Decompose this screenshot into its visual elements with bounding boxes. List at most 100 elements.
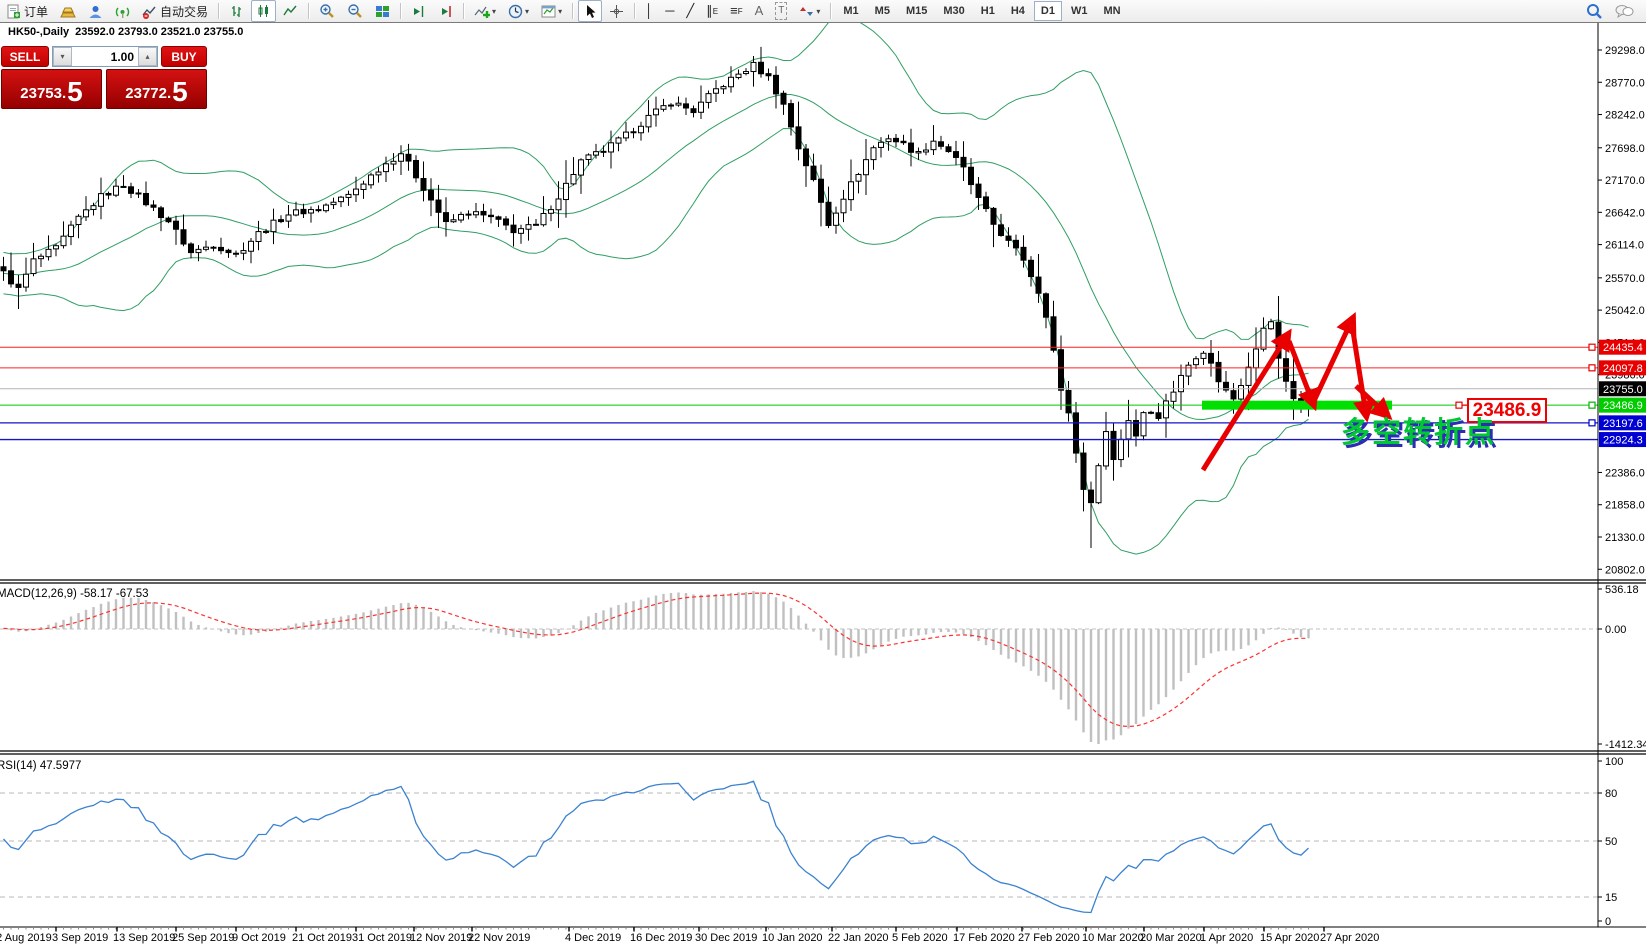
timeframe-button-h4[interactable]: H4 bbox=[1004, 1, 1032, 21]
timeframe-button-h1[interactable]: H1 bbox=[974, 1, 1002, 21]
cursor-tool-button[interactable] bbox=[578, 0, 603, 22]
dropdown-arrow-icon: ▾ bbox=[492, 6, 497, 16]
auto-scroll-button[interactable] bbox=[433, 0, 458, 22]
svg-text:25 Sep 2019: 25 Sep 2019 bbox=[172, 932, 234, 944]
svg-text:50: 50 bbox=[1605, 836, 1617, 848]
svg-text:10 Mar 2020: 10 Mar 2020 bbox=[1082, 932, 1144, 944]
dropdown-arrow-icon: ▾ bbox=[816, 6, 821, 16]
horizontal-line-tool-button[interactable]: ─ bbox=[660, 0, 679, 22]
svg-text:26114.0: 26114.0 bbox=[1605, 240, 1644, 252]
deposit-button[interactable] bbox=[55, 0, 81, 22]
text-label-tool-button[interactable]: T bbox=[770, 0, 792, 22]
periods-button[interactable]: ▾ bbox=[503, 0, 534, 22]
volume-input[interactable] bbox=[72, 47, 138, 66]
line-chart-icon bbox=[283, 5, 297, 15]
svg-text:22386.0: 22386.0 bbox=[1605, 467, 1645, 479]
timeframe-button-d1[interactable]: D1 bbox=[1033, 1, 1062, 21]
svg-text:26642.0: 26642.0 bbox=[1605, 207, 1645, 219]
svg-text:23197.6: 23197.6 bbox=[1603, 418, 1643, 430]
cursor-icon bbox=[587, 4, 596, 18]
svg-text:22 Nov 2019: 22 Nov 2019 bbox=[468, 932, 530, 944]
gold-icon bbox=[60, 7, 76, 17]
svg-text:30 Dec 2019: 30 Dec 2019 bbox=[695, 932, 757, 944]
timeframe-button-m30[interactable]: M30 bbox=[936, 1, 971, 21]
crosshair-tool-button[interactable] bbox=[604, 0, 629, 22]
toolbar-separator bbox=[634, 3, 636, 19]
timeframe-button-m1[interactable]: M1 bbox=[836, 1, 865, 21]
svg-text:21 Oct 2019: 21 Oct 2019 bbox=[292, 932, 352, 944]
svg-text:17 Feb 2020: 17 Feb 2020 bbox=[953, 932, 1015, 944]
timeframe-button-m15[interactable]: M15 bbox=[899, 1, 934, 21]
svg-text:27 Apr 2020: 27 Apr 2020 bbox=[1320, 932, 1379, 944]
buy-price-panel[interactable]: 23772. 5 bbox=[106, 69, 207, 109]
macd-label: MACD(12,26,9) -58.17 -67.53 bbox=[0, 588, 149, 600]
buy-price-pip: 5 bbox=[172, 76, 188, 107]
svg-text:-1412.34: -1412.34 bbox=[1605, 739, 1646, 751]
dropdown-arrow-icon: ▾ bbox=[525, 6, 530, 16]
arrows-tool-button[interactable]: ▾ bbox=[794, 0, 825, 22]
zoom-in-icon bbox=[320, 4, 334, 18]
community-button[interactable] bbox=[83, 0, 108, 22]
toolbar-separator bbox=[830, 3, 832, 19]
tile-windows-button[interactable] bbox=[370, 0, 395, 22]
svg-text:0.00: 0.00 bbox=[1605, 624, 1626, 636]
zoom-out-button[interactable] bbox=[342, 0, 368, 22]
timeframe-button-m5[interactable]: M5 bbox=[868, 1, 897, 21]
svg-text:9 Oct 2019: 9 Oct 2019 bbox=[232, 932, 286, 944]
search-icon bbox=[1587, 3, 1602, 19]
fibonacci-tool-button[interactable]: ≡ F bbox=[725, 0, 747, 22]
label-tool-letter: T bbox=[775, 2, 788, 20]
new-order-button[interactable]: 订单 bbox=[1, 0, 53, 22]
toolbar-separator bbox=[218, 3, 220, 19]
svg-text:23486.9: 23486.9 bbox=[1603, 400, 1643, 412]
line-chart-button[interactable] bbox=[278, 0, 303, 22]
chat-button[interactable] bbox=[1610, 0, 1639, 22]
svg-text:22 Aug 2019: 22 Aug 2019 bbox=[0, 932, 52, 944]
autotrading-button[interactable]: 自动交易 bbox=[137, 0, 213, 22]
chart-canvas[interactable]: 29298.0 28770.0 28242.0 27698.0 27170.0 26642… bbox=[0, 0, 1646, 947]
autotrading-icon bbox=[142, 6, 156, 19]
equidistant-channel-tool-button[interactable]: ∥ E bbox=[701, 0, 723, 22]
toolbar-separator bbox=[572, 3, 574, 19]
rsi-label: RSI(14) 47.5977 bbox=[0, 760, 81, 772]
svg-text:25570.0: 25570.0 bbox=[1605, 273, 1645, 285]
volume-increase-button[interactable]: ▴ bbox=[138, 47, 157, 66]
zoom-out-icon bbox=[348, 4, 362, 18]
turning-point-annotation[interactable]: 多空转折点 bbox=[1341, 409, 1496, 451]
chart-window-title: HK50-,Daily 23592.0 23793.0 23521.0 23755… bbox=[8, 26, 243, 38]
bar-chart-button[interactable] bbox=[224, 0, 249, 22]
svg-text:27170.0: 27170.0 bbox=[1605, 175, 1645, 187]
svg-text:100: 100 bbox=[1605, 756, 1623, 768]
svg-text:12 Nov 2019: 12 Nov 2019 bbox=[410, 932, 472, 944]
svg-text:27 Feb 2020: 27 Feb 2020 bbox=[1018, 932, 1080, 944]
volume-decrease-button[interactable]: ▾ bbox=[53, 47, 72, 66]
svg-text:27698.0: 27698.0 bbox=[1605, 143, 1645, 155]
text-tool-button[interactable]: A bbox=[750, 0, 769, 22]
svg-text:22 Jan 2020: 22 Jan 2020 bbox=[828, 932, 889, 944]
signals-button[interactable] bbox=[110, 0, 135, 22]
timeframe-button-w1[interactable]: W1 bbox=[1064, 1, 1095, 21]
search-button[interactable] bbox=[1581, 0, 1608, 22]
svg-text:16 Dec 2019: 16 Dec 2019 bbox=[630, 932, 692, 944]
clock-icon bbox=[508, 4, 523, 18]
svg-text:25042.0: 25042.0 bbox=[1605, 305, 1645, 317]
svg-text:10 Jan 2020: 10 Jan 2020 bbox=[762, 932, 823, 944]
sell-button[interactable]: SELL bbox=[1, 46, 49, 67]
vertical-line-tool-button[interactable]: │ bbox=[640, 0, 658, 22]
timeframe-button-mn[interactable]: MN bbox=[1096, 1, 1127, 21]
svg-text:20 Mar 2020: 20 Mar 2020 bbox=[1140, 932, 1202, 944]
add-indicator-button[interactable]: ▾ bbox=[469, 0, 501, 22]
signal-icon bbox=[115, 7, 130, 18]
svg-text:1 Apr 2020: 1 Apr 2020 bbox=[1200, 932, 1253, 944]
sell-price-panel[interactable]: 23753. 5 bbox=[1, 69, 102, 109]
svg-text:13 Sep 2019: 13 Sep 2019 bbox=[113, 932, 175, 944]
trendline-tool-button[interactable]: ╱ bbox=[681, 0, 699, 22]
buy-button[interactable]: BUY bbox=[161, 46, 207, 67]
chat-icon bbox=[1615, 5, 1634, 19]
chart-shift-button[interactable] bbox=[406, 0, 431, 22]
templates-button[interactable]: ▾ bbox=[536, 0, 567, 22]
svg-text:24435.4: 24435.4 bbox=[1603, 342, 1643, 354]
zoom-in-button[interactable] bbox=[314, 0, 340, 22]
chart-ohlc-values: 23592.0 23793.0 23521.0 23755.0 bbox=[75, 26, 244, 38]
candlestick-chart-button[interactable] bbox=[251, 0, 277, 22]
